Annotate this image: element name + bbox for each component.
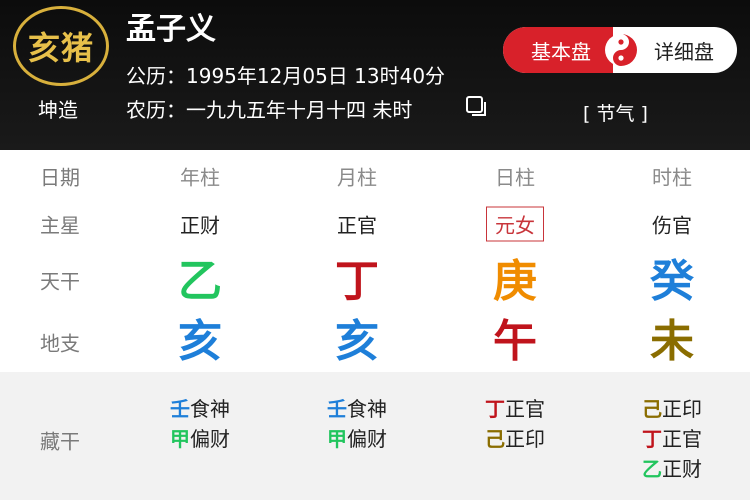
main-star-hour: 伤官 <box>652 213 692 238</box>
hidden-stem-god: 正官 <box>662 427 702 451</box>
chart-header: 亥猪 坤造 孟子义 公历：1995年12月05日 13时40分 农历：一九九五年… <box>0 0 750 150</box>
hidden-stem-item: 甲偏财 <box>170 424 230 454</box>
heavenly-stem-month: 丁 <box>335 256 379 307</box>
earthly-branch-day: 午 <box>493 316 537 367</box>
column-header-hour: 时柱 <box>652 165 692 190</box>
hidden-stem-god: 正官 <box>505 397 545 421</box>
earthly-branch-month: 亥 <box>335 316 379 367</box>
hidden-stem-char: 乙 <box>642 457 662 481</box>
column-header-month: 月柱 <box>337 165 377 190</box>
gender-label: 坤造 <box>38 98 78 122</box>
heavenly-stem-hour: 癸 <box>650 256 694 307</box>
lunar-date: 农历：一九九五年十月十四 未时 <box>126 98 413 122</box>
solar-date: 公历：1995年12月05日 13时40分 <box>126 64 446 88</box>
hidden-stem-god: 正印 <box>662 397 702 421</box>
row-label-heavenly-stem: 天干 <box>40 269 80 294</box>
hidden-stem-god: 偏财 <box>190 427 230 451</box>
main-star-year: 正财 <box>180 213 220 238</box>
hidden-stem-item: 壬食神 <box>327 394 387 424</box>
chart-mode-toggle: 基本盘 详细盘 <box>503 27 737 73</box>
hidden-stem-item: 甲偏财 <box>327 424 387 454</box>
hidden-stem-char: 丁 <box>485 397 505 421</box>
row-label-hidden-stems: 藏干 <box>40 429 80 454</box>
row-label-date: 日期 <box>40 165 80 190</box>
column-header-day: 日柱 <box>495 165 535 190</box>
earthly-branch-hour: 未 <box>650 316 694 367</box>
hidden-stem-char: 壬 <box>327 397 347 421</box>
hidden-stem-item: 丁正官 <box>642 424 702 454</box>
hidden-stem-char: 壬 <box>170 397 190 421</box>
main-star-day: 元女 <box>486 206 544 242</box>
zodiac-badge: 亥猪 <box>13 6 109 86</box>
hidden-stem-god: 正财 <box>662 457 702 481</box>
hidden-stem-char: 甲 <box>327 427 347 451</box>
row-label-earthly-branch: 地支 <box>40 331 80 356</box>
hidden-stem-item: 己正印 <box>642 394 702 424</box>
hidden-stem-item: 乙正财 <box>642 454 702 484</box>
earthly-branch-year: 亥 <box>178 316 222 367</box>
hidden-stem-god: 食神 <box>190 397 230 421</box>
column-header-year: 年柱 <box>180 165 220 190</box>
hidden-stem-god: 正印 <box>505 427 545 451</box>
main-star-month: 正官 <box>337 213 377 238</box>
hidden-stem-char: 己 <box>485 427 505 451</box>
hidden-stem-god: 食神 <box>347 397 387 421</box>
heavenly-stem-day: 庚 <box>493 256 537 307</box>
detailed-chart-tab[interactable]: 详细盘 <box>631 27 737 73</box>
row-label-main-star: 主星 <box>40 213 80 238</box>
hidden-stem-item: 壬食神 <box>170 394 230 424</box>
person-name: 孟子义 <box>126 12 216 47</box>
hidden-stem-item: 丁正官 <box>485 394 545 424</box>
hidden-stem-god: 偏财 <box>347 427 387 451</box>
copy-icon[interactable] <box>464 94 490 120</box>
solar-terms-link[interactable]: [ 节气 ] <box>583 99 648 126</box>
basic-chart-tab[interactable]: 基本盘 <box>503 27 613 73</box>
hidden-stem-char: 己 <box>642 397 662 421</box>
heavenly-stem-year: 乙 <box>178 256 222 307</box>
hidden-stem-char: 丁 <box>642 427 662 451</box>
hidden-stem-item: 己正印 <box>485 424 545 454</box>
hidden-stem-char: 甲 <box>170 427 190 451</box>
